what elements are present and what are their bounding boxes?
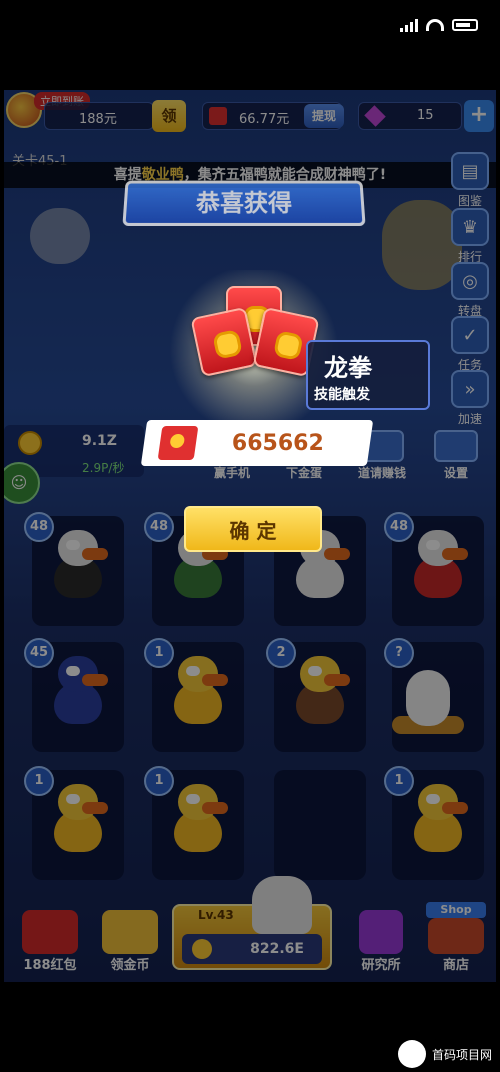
buy-duck-icon — [252, 876, 312, 934]
checklist-icon: ✓ — [451, 316, 489, 354]
bottom-label: 研究所 — [361, 958, 401, 973]
cash-value: 188元 — [79, 112, 117, 127]
trophy-icon: ♛ — [451, 208, 489, 246]
wifi-icon — [426, 19, 444, 31]
skill-name: 龙拳 — [324, 354, 372, 382]
withdraw-button[interactable]: 提现 — [304, 104, 344, 128]
duck-icon[interactable] — [408, 530, 468, 602]
buy-value: 822.6E — [250, 941, 304, 957]
bg-duck-left — [30, 208, 90, 264]
gem-icon — [364, 105, 386, 127]
side-item-wheel[interactable]: ◎ 转盘 — [448, 262, 492, 319]
duck-icon[interactable] — [48, 656, 108, 728]
side-item-ranking[interactable]: ♛ 排行 — [448, 208, 492, 265]
coin-icon — [18, 431, 42, 455]
tool-label: 设置 — [443, 466, 468, 480]
wheel-icon: ◎ — [451, 262, 489, 300]
tool-label: 道请赚钱 — [357, 466, 406, 480]
status-bar — [0, 0, 500, 52]
book-icon: ▤ — [451, 152, 489, 190]
red-packet-button[interactable]: 188红包 — [10, 910, 90, 973]
side-item-label: 加速 — [457, 412, 482, 426]
bottom-label: 188红包 — [23, 958, 77, 973]
red-packet-icon — [157, 426, 199, 460]
duck-icon[interactable] — [48, 530, 108, 602]
watermark: 首码项目网 — [397, 1040, 492, 1068]
signal-icon — [400, 18, 418, 32]
coin-icon — [192, 939, 212, 959]
shop-button[interactable]: Shop 商店 — [418, 902, 494, 973]
side-item-speed[interactable]: » 加速 — [448, 370, 492, 427]
battery-icon — [452, 19, 478, 31]
reward-title: 恭喜获得 — [122, 180, 366, 226]
reward-box: 665662 — [140, 420, 374, 466]
gem-value: 15 — [417, 108, 434, 123]
coin-total: 9.1Z — [82, 433, 117, 449]
balance-value: 66.77元 — [239, 112, 290, 127]
watermark-text: 首码项目网 — [431, 1047, 492, 1062]
coin-rate: 2.9P/秒 — [82, 461, 125, 475]
tool-settings[interactable]: 设置 — [424, 430, 488, 481]
shop-sign: Shop — [426, 902, 486, 918]
shop-icon — [428, 918, 484, 954]
egg-icon[interactable] — [406, 670, 450, 726]
duck-icon[interactable] — [168, 656, 228, 728]
side-item-catalog[interactable]: ▤ 图鉴 — [448, 152, 492, 209]
red-packet-icon — [22, 910, 78, 954]
collect-coins-button[interactable]: 领金币 — [90, 910, 170, 973]
tool-label: 赢手机 — [213, 466, 250, 480]
bottom-label: 商店 — [442, 958, 469, 973]
grid-slot[interactable] — [274, 770, 366, 880]
side-item-tasks[interactable]: ✓ 任务 — [448, 316, 492, 373]
tool-label: 下金蛋 — [285, 466, 322, 480]
game-screen: 立即到账 188元 领 66.77元 提现 15 + 关卡45-1 喜提敬业鸭，… — [4, 90, 496, 982]
gem-panel: 15 — [358, 102, 462, 130]
side-item-label: 图鉴 — [457, 194, 482, 208]
duck-icon[interactable] — [168, 784, 228, 856]
red-packet-icon — [209, 107, 227, 125]
skill-sub: 技能触发 — [314, 387, 370, 403]
claim-button[interactable]: 领 — [152, 100, 186, 132]
gear-icon — [434, 430, 478, 462]
status-icons — [400, 18, 478, 32]
confirm-button[interactable]: 确 定 — [184, 506, 322, 552]
speed-icon: » — [451, 370, 489, 408]
flask-icon — [359, 910, 403, 954]
duck-icon[interactable] — [408, 784, 468, 856]
coin-chest-icon — [102, 910, 158, 954]
slot-level-badge: ? — [384, 638, 414, 668]
android-float-icon[interactable]: ☺ — [4, 462, 40, 504]
red-envelope-icon — [190, 306, 258, 378]
duck-icon[interactable] — [48, 784, 108, 856]
cash-panel: 188元 — [44, 102, 154, 130]
buy-price: 822.6E — [182, 934, 322, 964]
reward-value: 665662 — [232, 430, 324, 456]
skill-card: 龙拳 技能触发 — [306, 340, 430, 410]
research-button[interactable]: 研究所 — [346, 910, 416, 973]
add-gems-button[interactable]: + — [464, 100, 494, 132]
duck-icon[interactable] — [290, 656, 350, 728]
duck-level: Lv.43 — [198, 908, 234, 922]
bottom-label: 领金币 — [110, 958, 150, 973]
watermark-logo — [397, 1040, 426, 1068]
